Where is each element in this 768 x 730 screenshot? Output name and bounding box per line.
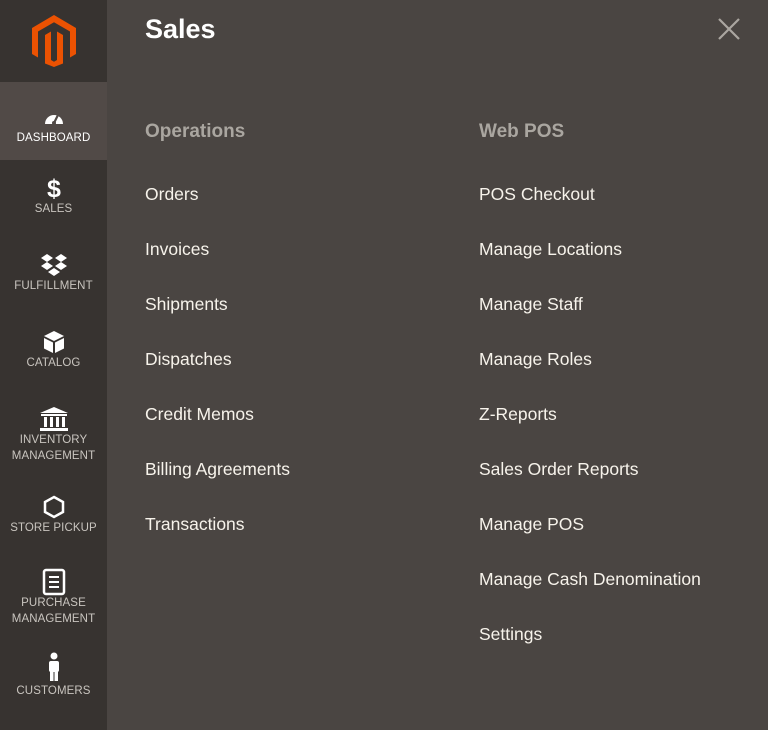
menu-item: Sales Order Reports xyxy=(479,455,701,510)
manage-cash-denomination-link[interactable]: Manage Cash Denomination xyxy=(479,565,701,593)
manage-pos-link[interactable]: Manage POS xyxy=(479,510,584,538)
menu-item: Manage POS xyxy=(479,510,701,565)
column-heading-operations: Operations xyxy=(145,121,246,142)
sidebar-item-label-line1: PURCHASE xyxy=(21,597,86,609)
menu-item: Manage Cash Denomination xyxy=(479,565,701,620)
menu-item: Manage Staff xyxy=(479,290,701,345)
pos-checkout-link[interactable]: POS Checkout xyxy=(479,180,595,208)
person-icon xyxy=(46,651,62,683)
menu-item: Invoices xyxy=(145,235,290,290)
box-icon xyxy=(42,329,66,355)
sidebar-item-catalog[interactable]: CATALOG xyxy=(0,329,107,371)
dashboard-gauge-icon xyxy=(43,104,65,130)
panel-title: Sales xyxy=(145,14,216,44)
sidebar-item-purchase-management[interactable]: PURCHASE MANAGEMENT xyxy=(0,568,107,627)
menu-item: Z-Reports xyxy=(479,400,701,455)
close-icon xyxy=(718,18,740,40)
sidebar-item-label: STORE PICKUP xyxy=(10,522,97,534)
sidebar-item-store-pickup[interactable]: STORE PICKUP xyxy=(0,494,107,536)
admin-sidebar: DASHBOARD $ SALES FULFILLMENT CATALOG IN… xyxy=(0,0,107,730)
sidebar-item-label-line1: INVENTORY xyxy=(19,434,88,446)
dispatches-link[interactable]: Dispatches xyxy=(145,345,232,373)
menu-item: Manage Roles xyxy=(479,345,701,400)
transactions-link[interactable]: Transactions xyxy=(145,510,245,538)
sales-order-reports-link[interactable]: Sales Order Reports xyxy=(479,455,639,483)
menu-item: Credit Memos xyxy=(145,400,290,455)
admin-app: DASHBOARD $ SALES FULFILLMENT CATALOG IN… xyxy=(0,0,768,730)
menu-item: POS Checkout xyxy=(479,180,701,235)
close-button[interactable] xyxy=(716,16,742,42)
sidebar-item-customers[interactable]: CUSTOMERS xyxy=(0,651,107,699)
sidebar-item-fulfillment[interactable]: FULFILLMENT xyxy=(0,252,107,294)
magento-logo[interactable] xyxy=(0,0,107,82)
sidebar-item-label: CUSTOMERS xyxy=(16,685,91,697)
settings-link[interactable]: Settings xyxy=(479,620,542,648)
manage-staff-link[interactable]: Manage Staff xyxy=(479,290,583,318)
menu-item: Settings xyxy=(479,620,701,675)
menu-item: Transactions xyxy=(145,510,290,565)
menu-item: Dispatches xyxy=(145,345,290,400)
sidebar-item-label: PURCHASE MANAGEMENT xyxy=(12,595,95,627)
sidebar-item-dashboard[interactable]: DASHBOARD xyxy=(0,82,107,160)
sidebar-item-label: INVENTORY MANAGEMENT xyxy=(12,432,95,464)
dropbox-icon xyxy=(40,252,68,278)
menu-item: Shipments xyxy=(145,290,290,345)
web-pos-column: Web POS POS Checkout Manage Locations Ma… xyxy=(479,117,701,675)
manage-roles-link[interactable]: Manage Roles xyxy=(479,345,592,373)
billing-agreements-link[interactable]: Billing Agreements xyxy=(145,455,290,483)
sidebar-item-label: FULFILLMENT xyxy=(14,280,93,292)
sidebar-item-inventory-management[interactable]: INVENTORY MANAGEMENT xyxy=(0,406,107,464)
orders-link[interactable]: Orders xyxy=(145,180,198,208)
sidebar-item-sales[interactable]: $ SALES xyxy=(0,175,107,217)
bank-building-icon xyxy=(39,406,69,432)
credit-memos-link[interactable]: Credit Memos xyxy=(145,400,254,428)
magento-logo-icon xyxy=(31,15,76,67)
dollar-icon: $ xyxy=(45,175,63,201)
manage-locations-link[interactable]: Manage Locations xyxy=(479,235,622,263)
shipments-link[interactable]: Shipments xyxy=(145,290,228,318)
sidebar-item-label: SALES xyxy=(34,203,73,215)
sidebar-item-label-line2: MANAGEMENT xyxy=(11,450,96,462)
operations-column: Operations Orders Invoices Shipments Dis… xyxy=(145,117,290,565)
document-icon xyxy=(41,568,67,596)
menu-item: Manage Locations xyxy=(479,235,701,290)
web-pos-menu: POS Checkout Manage Locations Manage Sta… xyxy=(479,180,701,675)
menu-item: Billing Agreements xyxy=(145,455,290,510)
sidebar-item-label: DASHBOARD xyxy=(16,132,91,144)
svg-text:$: $ xyxy=(47,175,61,201)
hexagon-icon xyxy=(43,494,65,520)
invoices-link[interactable]: Invoices xyxy=(145,235,209,263)
operations-menu: Orders Invoices Shipments Dispatches Cre… xyxy=(145,180,290,565)
sidebar-item-label: CATALOG xyxy=(26,357,81,369)
column-heading-web-pos: Web POS xyxy=(479,121,565,142)
menu-item: Orders xyxy=(145,180,290,235)
sales-submenu-panel: Sales Operations Orders Invoices Shipmen… xyxy=(107,0,768,730)
z-reports-link[interactable]: Z-Reports xyxy=(479,400,557,428)
sidebar-item-label-line2: MANAGEMENT xyxy=(11,613,96,625)
